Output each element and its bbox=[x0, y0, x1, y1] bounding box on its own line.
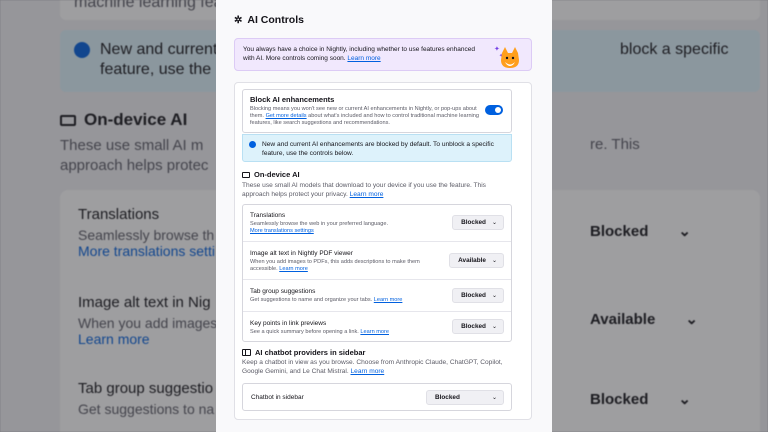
block-ai-title: Block AI enhancements bbox=[250, 95, 335, 104]
chevron-down-icon: ⌄ bbox=[491, 258, 497, 264]
alt-text-learn-more-link[interactable]: Learn more bbox=[279, 266, 308, 272]
svg-text:✦: ✦ bbox=[494, 45, 500, 53]
laptop-icon bbox=[242, 171, 250, 178]
translations-select[interactable]: Blocked ⌄ bbox=[452, 215, 504, 230]
list-item-alt-text: Image alt text in Nightly PDF viewer Whe… bbox=[243, 242, 511, 280]
list-item-translations: Translations Seamlessly browse the web i… bbox=[243, 205, 511, 242]
ai-controls-panel: ✲ AI Controls You always have a choice i… bbox=[216, 0, 552, 432]
sidebar-icon bbox=[242, 349, 251, 356]
translations-settings-link[interactable]: More translations settings bbox=[250, 228, 314, 234]
block-ai-toggle[interactable] bbox=[485, 105, 503, 115]
tab-groups-learn-more-link[interactable]: Learn more bbox=[374, 297, 403, 303]
info-banner: You always have a choice in Nightly, inc… bbox=[234, 38, 532, 71]
chatbot-desc: Keep a chatbot in view as you browse. Ch… bbox=[242, 359, 503, 375]
banner-learn-more-link[interactable]: Learn more bbox=[347, 55, 380, 62]
chatbot-heading: AI chatbot providers in sidebar bbox=[242, 348, 365, 357]
on-device-list: Translations Seamlessly browse the web i… bbox=[242, 204, 512, 342]
chatbot-learn-more-link[interactable]: Learn more bbox=[351, 368, 385, 375]
on-device-heading: On-device AI bbox=[242, 170, 300, 179]
tab-groups-select[interactable]: Blocked ⌄ bbox=[452, 288, 504, 303]
on-device-learn-more-link[interactable]: Learn more bbox=[350, 191, 384, 198]
page-title: ✲ AI Controls bbox=[234, 14, 304, 26]
chatbot-row-title: Chatbot in sidebar bbox=[251, 394, 304, 401]
list-item-link-previews: Key points in link previews See a quick … bbox=[243, 312, 511, 343]
get-more-details-link[interactable]: Get more details bbox=[266, 113, 307, 119]
chevron-down-icon: ⌄ bbox=[491, 220, 497, 226]
chatbot-row: Chatbot in sidebar Blocked ⌄ bbox=[242, 383, 512, 411]
sparkle-icon: ✲ bbox=[234, 14, 243, 26]
on-device-desc: These use small AI models that download … bbox=[242, 182, 486, 198]
block-ai-desc: Blocking means you won't see new or curr… bbox=[250, 106, 480, 126]
chevron-down-icon: ⌄ bbox=[491, 293, 497, 299]
chevron-down-icon: ⌄ bbox=[491, 324, 497, 330]
chatbot-select[interactable]: Blocked ⌄ bbox=[426, 390, 504, 405]
info-icon bbox=[249, 141, 256, 148]
alt-text-select[interactable]: Available ⌄ bbox=[449, 253, 504, 268]
list-item-tab-groups: Tab group suggestions Get suggestions to… bbox=[243, 280, 511, 312]
link-previews-learn-more-link[interactable]: Learn more bbox=[360, 329, 389, 335]
fox-mascot-icon: ✦ ✦ bbox=[494, 45, 519, 68]
link-previews-select[interactable]: Blocked ⌄ bbox=[452, 319, 504, 334]
blocked-info-message: New and current AI enhancements are bloc… bbox=[242, 134, 512, 162]
chevron-down-icon: ⌄ bbox=[491, 395, 497, 401]
block-ai-box: Block AI enhancements Blocking means you… bbox=[242, 89, 512, 133]
